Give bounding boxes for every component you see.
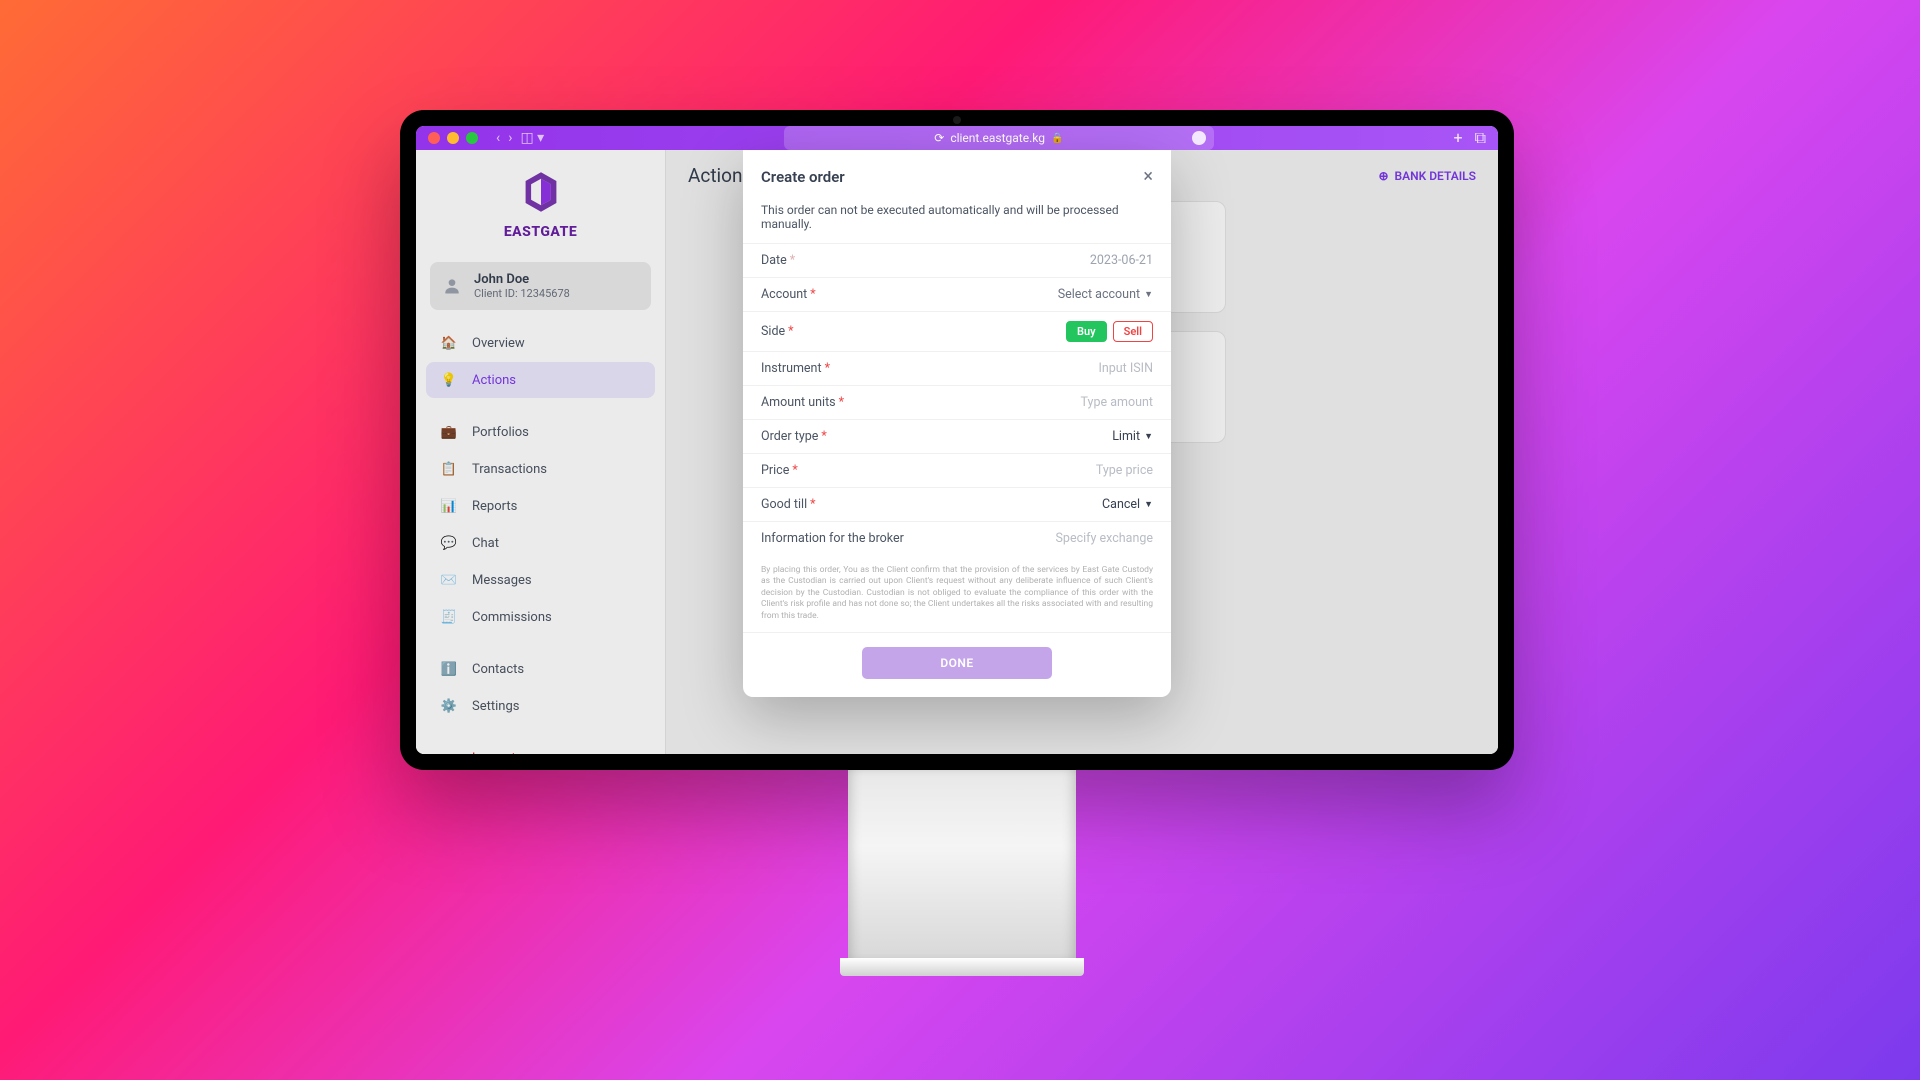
modal-overlay[interactable]: Create order × This order can not be exe… [416, 150, 1498, 754]
sell-button[interactable]: Sell [1113, 321, 1153, 342]
instrument-input[interactable] [1013, 361, 1153, 376]
lock-icon: ⟳ [934, 131, 944, 145]
field-price: Price* [743, 453, 1171, 487]
webcam [953, 116, 961, 124]
modal-title: Create order [761, 168, 845, 186]
disclaimer-text: By placing this order, You as the Client… [743, 555, 1171, 632]
done-button[interactable]: DONE [862, 647, 1052, 679]
tabs-icon[interactable]: ⧉ [1475, 128, 1486, 148]
url-bar[interactable]: ⟳ client.eastgate.kg 🔒 [784, 126, 1214, 150]
broker-info-input[interactable] [1013, 531, 1153, 546]
buy-button[interactable]: Buy [1066, 321, 1107, 342]
field-side: Side* Buy Sell [743, 311, 1171, 351]
modal-close-button[interactable]: × [1143, 166, 1153, 187]
sidebar-toggle-icon[interactable]: ◫ ▾ [520, 130, 544, 146]
window-minimize[interactable] [447, 132, 459, 144]
good-till-select[interactable]: Cancel▼ [1102, 497, 1153, 512]
field-date: Date* 2023-06-21 [743, 243, 1171, 277]
monitor-stand [848, 770, 1076, 960]
field-instrument: Instrument* [743, 351, 1171, 385]
new-tab-icon[interactable]: + [1453, 128, 1462, 148]
account-select[interactable]: Select account▼ [1058, 287, 1153, 302]
modal-note: This order can not be executed automatic… [743, 197, 1171, 243]
field-order-type[interactable]: Order type* Limit▼ [743, 419, 1171, 453]
field-amount: Amount units* [743, 385, 1171, 419]
field-account[interactable]: Account* Select account▼ [743, 277, 1171, 311]
order-type-select[interactable]: Limit▼ [1112, 429, 1153, 444]
field-good-till[interactable]: Good till* Cancel▼ [743, 487, 1171, 521]
chevron-down-icon: ▼ [1144, 289, 1153, 300]
chevron-down-icon: ▼ [1144, 431, 1153, 442]
url-text: client.eastgate.kg [950, 131, 1045, 145]
amount-input[interactable] [1013, 395, 1153, 410]
window-maximize[interactable] [466, 132, 478, 144]
chevron-down-icon: ▼ [1144, 499, 1153, 510]
create-order-modal: Create order × This order can not be exe… [743, 150, 1171, 697]
back-button[interactable]: ‹ [496, 130, 500, 146]
forward-button[interactable]: › [508, 130, 512, 146]
monitor-base [840, 958, 1084, 976]
lock-icon: 🔒 [1051, 133, 1063, 144]
window-close[interactable] [428, 132, 440, 144]
field-broker-info: Information for the broker [743, 521, 1171, 555]
price-input[interactable] [1013, 463, 1153, 478]
browser-toolbar: ‹ › ◫ ▾ ⟳ client.eastgate.kg 🔒 + ⧉ [416, 126, 1498, 150]
